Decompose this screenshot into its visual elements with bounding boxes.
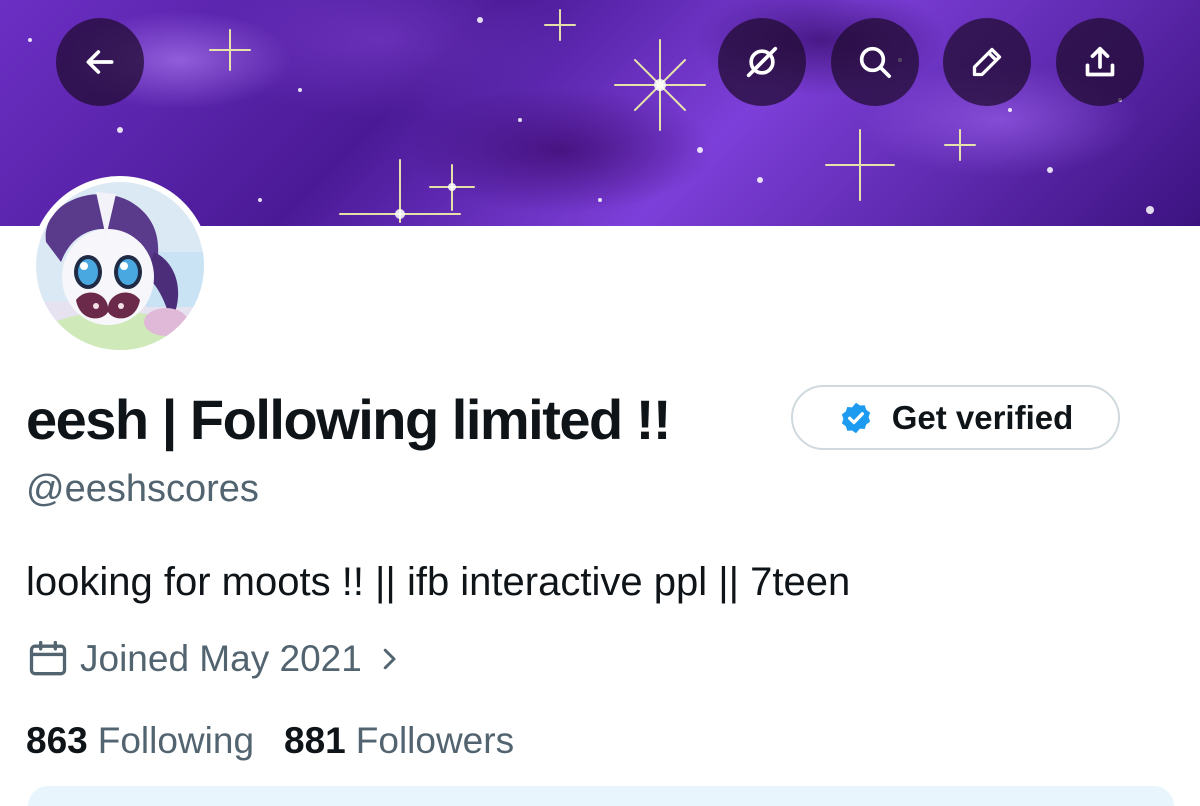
joined-date-row[interactable]: Joined May 2021 (26, 637, 404, 681)
back-button[interactable] (56, 18, 144, 106)
info-card (28, 786, 1174, 806)
search-button[interactable] (831, 18, 919, 106)
avatar[interactable] (30, 176, 210, 356)
get-verified-label: Get verified (891, 398, 1074, 436)
followers-count: 881 (284, 720, 346, 761)
edit-button[interactable] (943, 18, 1031, 106)
edit-icon (972, 47, 1002, 77)
display-name-row: eesh | Following limited !! (26, 380, 672, 458)
followers-label: Followers (355, 720, 515, 761)
following-label: Following (97, 720, 255, 761)
following-count: 863 (26, 720, 88, 761)
chevron-right-icon (383, 648, 396, 670)
follow-stats: 863 Following 881 Followers (26, 720, 544, 762)
profile-handle: @eeshscores (26, 468, 259, 510)
calendar-icon (29, 640, 67, 676)
get-verified-button[interactable]: Get verified (791, 385, 1120, 450)
followers-link[interactable]: 881 Followers (284, 720, 514, 762)
mute-icon (746, 46, 778, 78)
share-icon (1085, 46, 1115, 77)
avatar-image (36, 182, 204, 350)
share-button[interactable] (1056, 18, 1144, 106)
following-link[interactable]: 863 Following (26, 720, 254, 762)
display-name: eesh | Following limited !! (26, 387, 672, 451)
search-icon (859, 46, 891, 78)
joined-date: Joined May 2021 (80, 638, 362, 679)
verified-badge-icon (841, 402, 870, 433)
mute-button[interactable] (718, 18, 806, 106)
arrow-left-icon (86, 50, 114, 74)
profile-bio: looking for moots !! || ifb interactive … (26, 560, 851, 604)
